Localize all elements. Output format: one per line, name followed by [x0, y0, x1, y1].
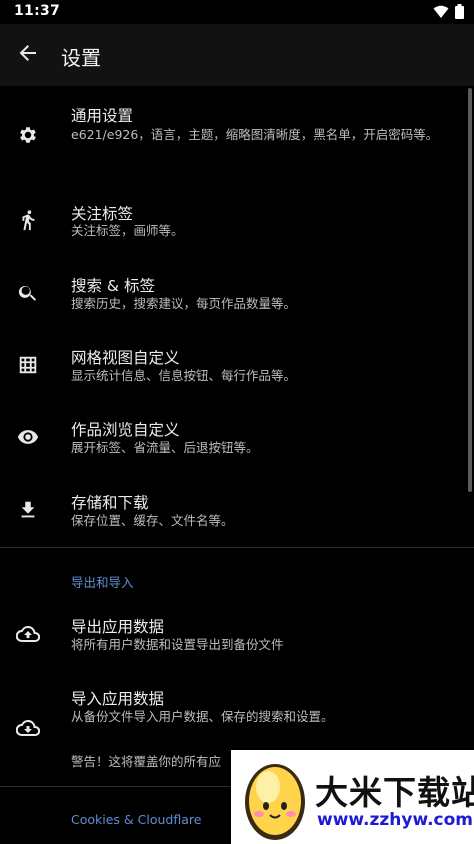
item-subtitle: 保存位置、缓存、文件名等。: [71, 513, 234, 528]
item-subtitle: 从备份文件导入用户数据、保存的搜索和设置。: [71, 709, 334, 724]
settings-item-export-data[interactable]: 导出应用数据 将所有用户数据和设置导出到备份文件: [0, 598, 474, 670]
eye-icon: [16, 425, 40, 449]
gear-icon: [16, 123, 40, 147]
arrow-back-icon: [18, 43, 38, 67]
settings-item-search-tags[interactable]: 搜索 & 标签 搜索历史，搜索建议，每页作品数量等。: [0, 258, 474, 330]
search-icon: [16, 281, 40, 305]
item-subtitle: e621/e926，语言，主题，缩略图清晰度，黑名单，开启密码等。: [71, 127, 439, 142]
status-time: 11:37: [14, 3, 61, 19]
settings-item-follow-tags[interactable]: 关注标签 关注标签，画师等。: [0, 186, 474, 258]
item-subtitle: 搜索历史，搜索建议，每页作品数量等。: [71, 296, 297, 311]
scrollbar[interactable]: [468, 88, 472, 492]
watermark-logo: [237, 754, 313, 844]
item-subtitle: 展开标签、省流量、后退按钮等。: [71, 440, 259, 455]
grid-icon: [16, 353, 40, 377]
status-bar: 11:37: [0, 0, 474, 24]
watermark-url: www.zzhyw.com: [317, 810, 474, 830]
settings-item-post-view[interactable]: 作品浏览自定义 展开标签、省流量、后退按钮等。: [0, 402, 474, 474]
back-button[interactable]: [12, 39, 44, 71]
settings-screen: 11:37 设置 通用设置 e621/e926，语言，主题，缩略图清晰度，黑名单…: [0, 0, 474, 844]
page-title: 设置: [61, 46, 101, 70]
section-header-export-import: 导出和导入: [71, 575, 134, 590]
wifi-icon: [433, 4, 449, 23]
item-title: 通用设置: [71, 107, 134, 125]
battery-icon: [455, 4, 464, 23]
download-icon: [16, 498, 40, 522]
settings-item-general[interactable]: 通用设置 e621/e926，语言，主题，缩略图清晰度，黑名单，开启密码等。: [0, 86, 474, 186]
status-icons: [433, 4, 464, 23]
item-subtitle: 将所有用户数据和设置导出到备份文件: [71, 637, 284, 652]
cloud-download-icon: [16, 716, 40, 740]
settings-item-grid-view[interactable]: 网格视图自定义 显示统计信息、信息按钮、每行作品等。: [0, 330, 474, 402]
walk-icon: [16, 208, 40, 232]
watermark: 大米下载站 www.zzhyw.com: [231, 750, 474, 844]
item-subtitle: 关注标签，画师等。: [71, 223, 184, 238]
watermark-title: 大米下载站: [315, 773, 474, 812]
item-subtitle: 显示统计信息、信息按钮、每行作品等。: [71, 368, 297, 383]
app-bar: 设置: [0, 24, 474, 86]
section-header-cookies: Cookies & Cloudflare: [71, 812, 202, 827]
import-warning: 警告！这将覆盖你的所有应: [71, 754, 222, 769]
cloud-upload-icon: [16, 622, 40, 646]
settings-item-storage-download[interactable]: 存储和下载 保存位置、缓存、文件名等。: [0, 474, 474, 546]
section-divider: [0, 547, 474, 548]
